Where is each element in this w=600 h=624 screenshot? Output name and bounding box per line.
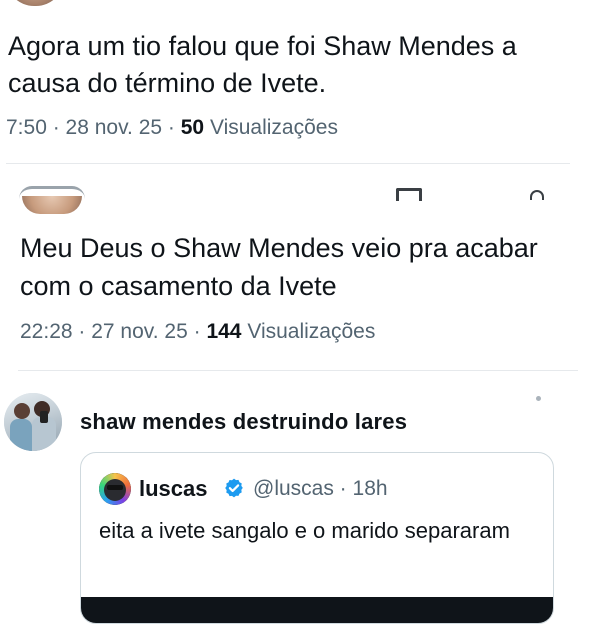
- views-label: Visualizações: [204, 116, 338, 139]
- quoted-media[interactable]: [81, 597, 553, 623]
- more-dot-icon[interactable]: [536, 396, 541, 401]
- author-handle-cut: [104, 188, 334, 204]
- quoted-text: eita a ivete sangalo e o marido separara…: [99, 518, 510, 543]
- meta-separator: ·: [46, 116, 66, 139]
- author-header-cut: [96, 0, 236, 2]
- quoted-avatar[interactable]: [99, 473, 131, 505]
- tweet-time: 22:28: [20, 320, 73, 343]
- tweet-time: 7:50: [6, 116, 47, 139]
- bookmark-icon[interactable]: [396, 188, 422, 201]
- tweet-text: shaw mendes destruindo lares: [80, 409, 408, 434]
- divider: [18, 370, 578, 371]
- quoted-author-name[interactable]: luscas: [139, 476, 208, 502]
- verified-badge-icon: [225, 478, 243, 498]
- meta-separator: ·: [187, 320, 207, 343]
- author-header-cut: [80, 388, 310, 400]
- tweet-date: 27 nov. 25: [91, 320, 188, 343]
- share-icon[interactable]: [530, 190, 544, 200]
- avatar[interactable]: [6, 0, 64, 6]
- views-count: 144: [206, 320, 242, 343]
- tweet-date: 28 nov. 25: [65, 116, 163, 139]
- tweet-text: Agora um tio falou que foi Shaw Mendes a…: [8, 31, 517, 98]
- meta-separator: ·: [333, 477, 353, 500]
- tweet-text: Meu Deus o Shaw Mendes veio pra acabar c…: [20, 233, 538, 301]
- meta-separator: ·: [162, 116, 181, 139]
- avatar[interactable]: [4, 393, 62, 451]
- divider: [6, 163, 570, 164]
- quoted-handle[interactable]: @luscas: [253, 477, 334, 500]
- quoted-age: 18h: [352, 477, 388, 500]
- tweet-meta: 7:50 · 28 nov. 25 · 50 Visualizações: [6, 116, 338, 140]
- views-label: Visualizações: [241, 320, 376, 343]
- avatar[interactable]: [22, 196, 82, 214]
- meta-separator: ·: [72, 320, 92, 343]
- quoted-handle-meta: @luscas · 18h: [253, 477, 388, 501]
- quoted-tweet-card[interactable]: luscas @luscas · 18h eita a ivete sangal…: [80, 452, 554, 624]
- views-count: 50: [180, 116, 205, 139]
- tweet-meta: 22:28 · 27 nov. 25 · 144 Visualizações: [20, 320, 375, 344]
